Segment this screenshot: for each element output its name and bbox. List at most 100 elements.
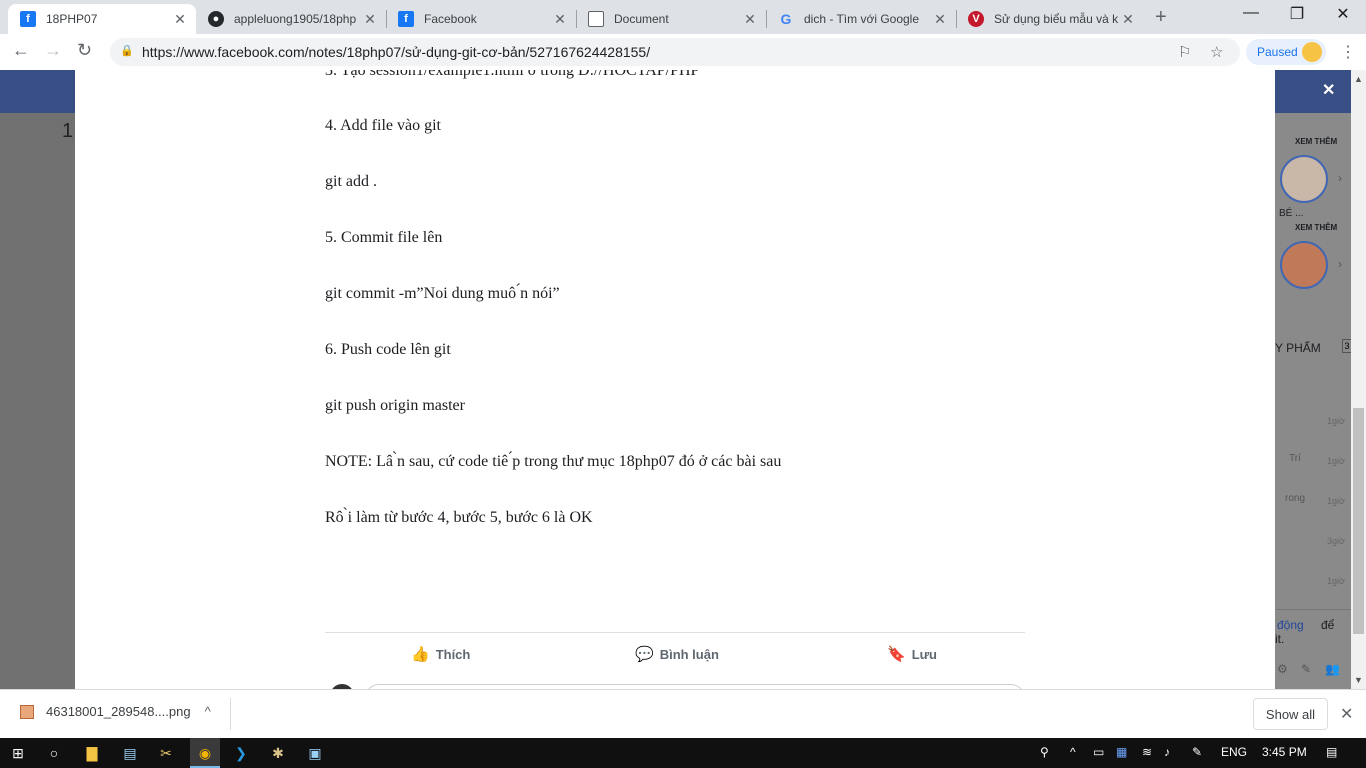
pen-icon[interactable]: ✎ bbox=[1192, 745, 1202, 759]
tab-title: Sử dụng biểu mẫu và k bbox=[994, 12, 1119, 26]
page-viewport: ✕ 1 XEM THÊM › BÉ ... XEM THÊM › Y PHẨM … bbox=[0, 70, 1366, 689]
save-button[interactable]: 🔖 Lưu bbox=[887, 645, 937, 663]
scroll-down-icon[interactable]: ▼ bbox=[1354, 675, 1363, 685]
see-more-link[interactable]: XEM THÊM bbox=[1295, 137, 1337, 146]
back-icon[interactable]: ← bbox=[12, 40, 30, 61]
notifications-icon[interactable]: ▤ bbox=[1326, 745, 1337, 759]
profile-button[interactable]: Paused bbox=[1246, 39, 1326, 65]
tab-facebook[interactable]: f Facebook ✕ bbox=[386, 4, 576, 34]
comment-label: Bình luận bbox=[659, 646, 719, 662]
like-button[interactable]: 👍 Thích bbox=[411, 645, 470, 663]
wifi-icon[interactable]: ≋ bbox=[1142, 745, 1152, 759]
show-all-button[interactable]: Show all bbox=[1253, 698, 1328, 730]
story-name: BÉ ... bbox=[1279, 208, 1304, 219]
google-icon: G bbox=[780, 11, 792, 27]
comment-button[interactable]: 💬 Bình luận bbox=[635, 645, 719, 663]
notepad-icon[interactable]: ▤ bbox=[120, 743, 140, 763]
story-avatar[interactable] bbox=[1280, 241, 1328, 289]
note-actions: 👍 Thích 💬 Bình luận 🔖 Lưu bbox=[325, 632, 1025, 674]
tab-document[interactable]: Document ✕ bbox=[576, 4, 766, 34]
new-tab-icon[interactable]: + bbox=[1155, 6, 1167, 29]
close-tab-icon[interactable]: ✕ bbox=[172, 11, 188, 28]
url-text[interactable]: https://www.facebook.com/notes/18php07/s… bbox=[142, 44, 650, 60]
tab-18php07[interactable]: f 18PHP07 ✕ bbox=[8, 4, 196, 34]
comment-composer bbox=[325, 674, 1025, 689]
footer-text: để bbox=[1321, 618, 1335, 632]
gear-icon[interactable]: ⚙ bbox=[1277, 662, 1288, 676]
translate-icon[interactable]: ⚐ bbox=[1178, 43, 1191, 61]
profile-status: Paused bbox=[1257, 45, 1298, 59]
facebook-icon: f bbox=[398, 11, 414, 27]
bookmark-star-icon[interactable]: ☆ bbox=[1210, 43, 1223, 61]
close-modal-icon[interactable]: ✕ bbox=[1322, 80, 1335, 100]
file-explorer-icon[interactable]: ▇ bbox=[82, 743, 102, 763]
chevron-up-icon[interactable]: ^ bbox=[205, 704, 211, 719]
people-icon[interactable]: ⚲ bbox=[1040, 745, 1049, 759]
download-item[interactable]: 46318001_289548....png ^ bbox=[20, 704, 211, 719]
github-icon: ● bbox=[208, 11, 224, 27]
chevron-right-icon[interactable]: › bbox=[1338, 257, 1342, 271]
tray-chevron-up-icon[interactable]: ^ bbox=[1070, 745, 1076, 759]
vivaldi-icon: V bbox=[968, 11, 984, 27]
tab-title: Document bbox=[614, 12, 669, 26]
chevron-right-icon[interactable]: › bbox=[1338, 171, 1342, 185]
facebook-icon: f bbox=[20, 11, 36, 27]
minimize-icon[interactable]: — bbox=[1228, 4, 1274, 22]
compose-icon[interactable]: ✎ bbox=[1301, 662, 1311, 676]
story-avatar[interactable] bbox=[1280, 155, 1328, 203]
close-tab-icon[interactable]: ✕ bbox=[552, 11, 568, 28]
ime-icon[interactable]: ▦ bbox=[1116, 745, 1127, 759]
right-panel-footer: động để it. ⚙ ✎ 👥 bbox=[1275, 609, 1351, 689]
forward-icon[interactable]: → bbox=[44, 40, 62, 61]
taskbar: ⊞ ○ ▇ ▤ ✂ ◉ ❯ ✱ ▣ ⚲ ^ ▭ ▦ ≋ ♪ ✎ ENG 3:45… bbox=[0, 738, 1366, 768]
see-more-link[interactable]: XEM THÊM bbox=[1295, 223, 1337, 232]
vscode-icon[interactable]: ❯ bbox=[231, 743, 251, 763]
menu-icon[interactable]: ⋮ bbox=[1340, 42, 1356, 62]
tools-icon[interactable]: ✂ bbox=[156, 743, 176, 763]
scroll-thumb[interactable] bbox=[1353, 408, 1364, 634]
close-tab-icon[interactable]: ✕ bbox=[362, 11, 378, 28]
browser-toolbar: ← → ↻ 🔒 https://www.facebook.com/notes/1… bbox=[0, 34, 1366, 70]
products-label: Y PHẨM bbox=[1275, 341, 1321, 355]
close-tab-icon[interactable]: ✕ bbox=[742, 11, 758, 28]
close-tab-icon[interactable]: ✕ bbox=[1120, 11, 1136, 28]
footer-link[interactable]: động bbox=[1277, 618, 1304, 632]
volume-icon[interactable]: ♪ bbox=[1164, 745, 1170, 759]
tab-google[interactable]: G dich - Tìm với Google ✕ bbox=[766, 4, 956, 34]
windows-start-icon[interactable]: ⊞ bbox=[8, 743, 28, 763]
language-indicator[interactable]: ENG bbox=[1221, 745, 1247, 759]
chrome-icon[interactable]: ◉ bbox=[195, 743, 215, 763]
note-line: 3. Tạo session1/example1.html ở trong D:… bbox=[325, 70, 700, 79]
address-bar[interactable]: 🔒 https://www.facebook.com/notes/18php07… bbox=[110, 38, 1240, 66]
footer-text: it. bbox=[1275, 632, 1285, 646]
close-window-icon[interactable]: ✕ bbox=[1320, 4, 1366, 24]
snippet-text: Trí bbox=[1289, 453, 1301, 464]
note-line: 6. Push code lên git bbox=[325, 341, 451, 358]
tab-title: 18PHP07 bbox=[46, 12, 98, 26]
battery-icon[interactable]: ▭ bbox=[1093, 745, 1104, 759]
note-line: git commit -m”Noi dung muô ́n nói” bbox=[325, 285, 560, 302]
tab-github[interactable]: ● appleluong1905/18php ✕ bbox=[196, 4, 386, 34]
avatar bbox=[1302, 42, 1322, 62]
contacts-icon[interactable]: 👥 bbox=[1325, 662, 1340, 676]
time-label: 1giờ bbox=[1327, 416, 1345, 426]
time-label: 1giờ bbox=[1327, 496, 1345, 506]
xampp-icon[interactable]: ✱ bbox=[268, 743, 288, 763]
downloads-bar: 46318001_289548....png ^ Show all ✕ bbox=[0, 689, 1366, 738]
like-label: Thích bbox=[435, 646, 471, 662]
tab-title: appleluong1905/18php bbox=[234, 12, 357, 26]
note-line: git push origin master bbox=[325, 397, 465, 414]
tab-title: dich - Tìm với Google bbox=[804, 12, 920, 26]
scroll-up-icon[interactable]: ▲ bbox=[1354, 74, 1363, 84]
page-scrollbar[interactable]: ▲ ▼ bbox=[1351, 70, 1366, 689]
close-tab-icon[interactable]: ✕ bbox=[932, 11, 948, 28]
left-peek-text: 1 bbox=[62, 120, 74, 142]
close-downloads-icon[interactable]: ✕ bbox=[1340, 704, 1353, 724]
restore-icon[interactable]: ❐ bbox=[1274, 4, 1320, 24]
window-app-icon[interactable]: ▣ bbox=[305, 743, 325, 763]
clock[interactable]: 3:45 PM bbox=[1262, 745, 1307, 759]
note-line: git add . bbox=[325, 173, 377, 190]
reload-icon[interactable]: ↻ bbox=[77, 40, 92, 61]
search-icon[interactable]: ○ bbox=[44, 743, 64, 763]
tab-forms[interactable]: V Sử dụng biểu mẫu và k ✕ bbox=[956, 4, 1144, 34]
